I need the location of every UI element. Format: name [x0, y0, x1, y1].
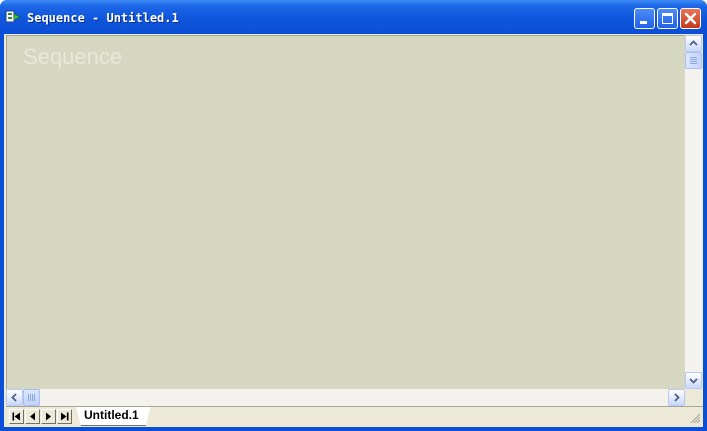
client-area: Sequence Untitled.1: [4, 34, 703, 427]
chevron-right-icon: [674, 393, 680, 402]
vertical-scroll-thumb[interactable]: [685, 52, 702, 69]
resize-grip-icon[interactable]: [689, 412, 701, 424]
next-sheet-button[interactable]: [41, 409, 56, 424]
minimize-button[interactable]: [634, 8, 655, 29]
prev-sheet-icon: [30, 412, 35, 421]
first-sheet-button[interactable]: [9, 409, 24, 424]
sheet-tab-untitled-1[interactable]: Untitled.1: [76, 407, 151, 426]
chevron-down-icon: [689, 378, 698, 384]
canvas-watermark: Sequence: [23, 44, 123, 69]
scroll-left-button[interactable]: [6, 389, 23, 406]
scroll-right-button[interactable]: [668, 389, 685, 406]
sheet-tab-bar: Untitled.1: [6, 406, 703, 426]
vertical-scrollbar[interactable]: [685, 35, 702, 389]
chevron-up-icon: [689, 40, 698, 46]
horizontal-scroll-thumb[interactable]: [23, 389, 40, 406]
app-window: Sequence - Untitled.1 Sequence Untitled.…: [0, 0, 707, 431]
prev-sheet-button[interactable]: [25, 409, 40, 424]
sequence-canvas[interactable]: Sequence: [6, 35, 685, 390]
chevron-left-icon: [11, 393, 17, 402]
sequence-app-icon: [5, 10, 21, 23]
scroll-up-button[interactable]: [685, 35, 702, 52]
next-sheet-icon: [46, 412, 51, 421]
scrollbar-corner: [685, 389, 702, 406]
first-sheet-icon: [12, 412, 20, 421]
last-sheet-button[interactable]: [57, 409, 72, 424]
close-button[interactable]: [680, 8, 701, 29]
window-title: Sequence - Untitled.1: [27, 11, 179, 25]
close-icon: [684, 12, 697, 25]
horizontal-scrollbar[interactable]: [6, 389, 685, 406]
scroll-down-button[interactable]: [685, 372, 702, 389]
minimize-icon: [640, 21, 647, 24]
last-sheet-icon: [61, 412, 69, 421]
maximize-button[interactable]: [657, 8, 678, 29]
title-bar[interactable]: Sequence - Untitled.1: [0, 0, 707, 34]
maximize-icon: [662, 13, 673, 24]
